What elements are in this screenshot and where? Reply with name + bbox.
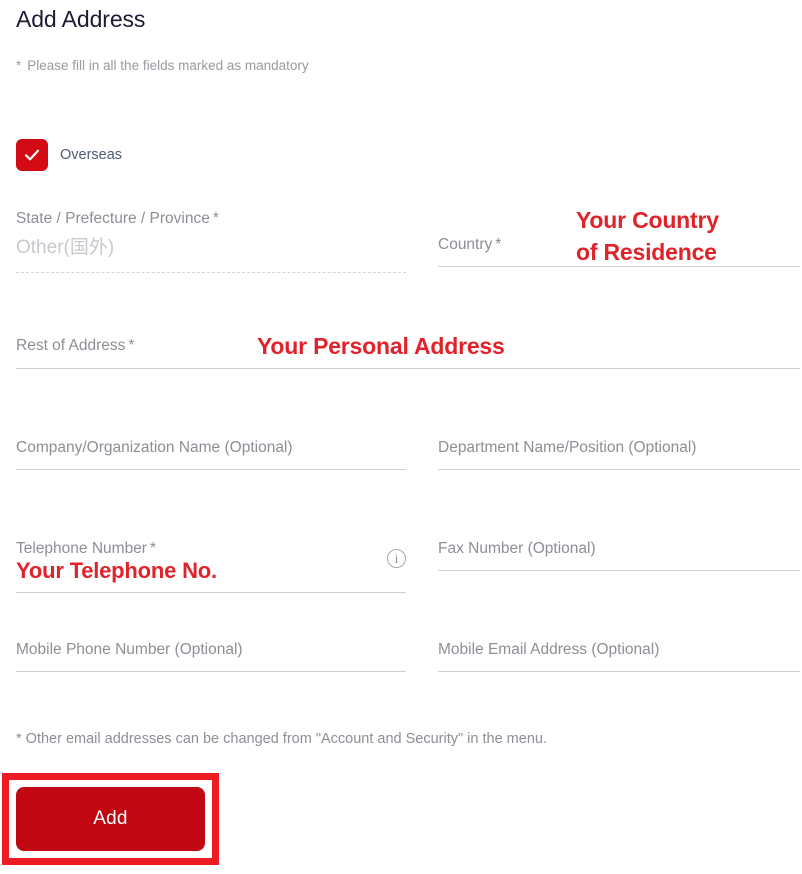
- overseas-checkbox[interactable]: [16, 139, 48, 171]
- field-company[interactable]: Company/Organization Name (Optional): [16, 437, 406, 470]
- field-state-label: State / Prefecture / Province *: [16, 210, 219, 227]
- field-department[interactable]: Department Name/Position (Optional): [438, 437, 800, 470]
- field-mobile-email-underline[interactable]: [438, 671, 800, 672]
- field-state: State / Prefecture / Province * Other(国外): [16, 208, 406, 273]
- field-mobile-phone-label: Mobile Phone Number (Optional): [16, 641, 243, 658]
- field-mobile-email-label: Mobile Email Address (Optional): [438, 641, 660, 658]
- overseas-checkbox-row[interactable]: Overseas: [16, 139, 122, 171]
- mandatory-note-text: Please fill in all the fields marked as …: [27, 58, 309, 73]
- field-state-underline: [16, 272, 406, 273]
- required-marker: *: [212, 210, 219, 227]
- field-company-label: Company/Organization Name (Optional): [16, 439, 293, 456]
- add-address-page: Add Address * Please fill in all the fiel…: [0, 0, 802, 874]
- field-fax[interactable]: Fax Number (Optional): [438, 538, 800, 571]
- field-fax-underline[interactable]: [438, 570, 800, 571]
- field-mobile-email[interactable]: Mobile Email Address (Optional): [438, 639, 800, 672]
- annotation-address: Your Personal Address: [257, 333, 505, 359]
- email-change-footnote: * Other email addresses can be changed f…: [16, 731, 547, 747]
- field-department-underline[interactable]: [438, 469, 800, 470]
- required-marker: *: [128, 337, 135, 354]
- field-department-label: Department Name/Position (Optional): [438, 439, 697, 456]
- field-mobile-phone[interactable]: Mobile Phone Number (Optional): [16, 639, 406, 672]
- check-icon: [22, 145, 42, 165]
- field-telephone-underline[interactable]: [16, 592, 406, 593]
- required-marker: *: [495, 236, 502, 253]
- annotation-country: Your Country of Residence: [576, 207, 719, 265]
- field-fax-label: Fax Number (Optional): [438, 540, 596, 557]
- overseas-checkbox-label: Overseas: [60, 147, 123, 163]
- mandatory-fields-note: * Please fill in all the fields marked as…: [16, 56, 309, 76]
- annotation-telephone: Your Telephone No.: [16, 558, 217, 583]
- page-title: Add Address: [16, 6, 146, 32]
- info-icon[interactable]: i: [387, 549, 406, 568]
- field-mobile-phone-underline[interactable]: [16, 671, 406, 672]
- field-rest-of-address-underline[interactable]: [16, 368, 800, 369]
- add-button[interactable]: Add: [16, 787, 205, 851]
- required-marker: *: [149, 540, 157, 557]
- field-state-value: Other(国外): [16, 237, 115, 258]
- field-company-underline[interactable]: [16, 469, 406, 470]
- asterisk-marker: *: [16, 58, 22, 73]
